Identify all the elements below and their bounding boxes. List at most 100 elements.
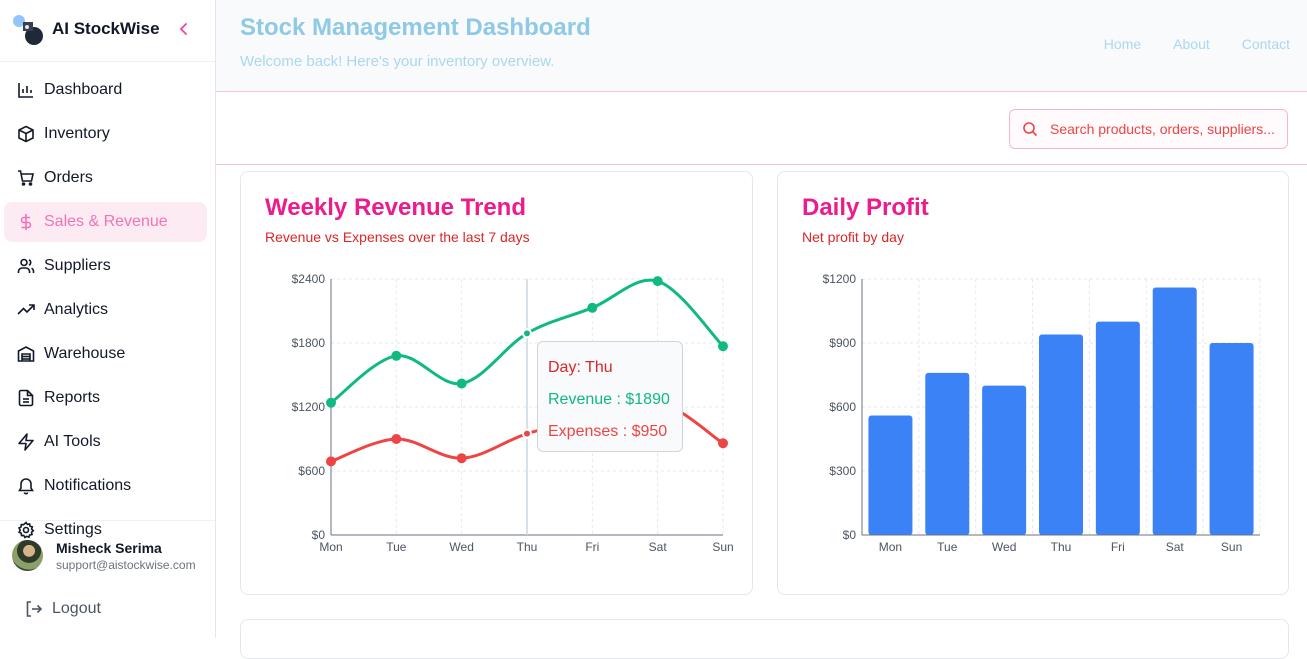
x-tick-label: Sat	[649, 540, 668, 554]
search-icon	[1023, 122, 1038, 137]
sidebar-item-label: Warehouse	[44, 345, 126, 362]
data-point	[391, 434, 402, 444]
bar-chart-icon	[16, 80, 36, 100]
y-tick-label: $300	[829, 464, 856, 478]
bar-sun	[1209, 343, 1254, 535]
avatar	[12, 540, 43, 571]
gear-icon	[16, 520, 36, 540]
zap-icon	[16, 432, 36, 452]
x-tick-label: Thu	[1051, 540, 1072, 554]
bell-icon	[16, 476, 36, 496]
tooltip-expenses: Expenses : $950	[548, 423, 668, 440]
file-text-icon	[16, 388, 36, 408]
user-email: support@aistockwise.com	[56, 558, 196, 572]
user-profile[interactable]: Misheck Serima support@aistockwise.com	[12, 540, 208, 574]
toolbar	[216, 93, 1307, 165]
sidebar-item-analytics[interactable]: Analytics	[4, 290, 207, 330]
profit-bar-chart[interactable]: $0 $300 $600 $900 $1200 Mon Tue Wed Thu Fri Sat Sun	[778, 172, 1290, 596]
sidebar-item-suppliers[interactable]: Suppliers	[4, 246, 207, 286]
top-nav: Home About Contact	[1104, 36, 1290, 52]
data-point	[522, 328, 532, 339]
bar-mon	[868, 415, 913, 535]
search-box[interactable]	[1009, 109, 1288, 149]
warehouse-icon	[16, 344, 36, 364]
sidebar-item-dashboard[interactable]: Dashboard	[4, 70, 207, 110]
page-header: Stock Management Dashboard Welcome back!…	[216, 0, 1307, 92]
logout-button[interactable]: Logout	[24, 598, 101, 620]
sidebar-item-inventory[interactable]: Inventory	[4, 114, 207, 154]
bar-thu	[1039, 334, 1083, 535]
tooltip-day: Day: Thu	[548, 359, 613, 376]
x-tick-label: Fri	[585, 540, 599, 554]
data-point	[326, 397, 336, 408]
data-point	[718, 438, 728, 449]
data-point	[587, 302, 598, 313]
dollar-icon	[16, 212, 36, 232]
x-tick-label: Thu	[517, 540, 538, 554]
cart-icon	[16, 168, 36, 188]
bar-wed	[982, 385, 1027, 535]
search-input[interactable]	[1050, 121, 1280, 137]
x-tick-label: Tue	[937, 540, 958, 554]
y-tick-label: $1200	[823, 272, 857, 286]
sidebar-item-orders[interactable]: Orders	[4, 158, 207, 198]
sidebar-nav: Dashboard Inventory Orders Sales & Reven…	[4, 70, 207, 554]
y-tick-label: $2400	[292, 272, 326, 286]
brand-name: AI StockWise	[52, 19, 160, 38]
x-tick-label: Tue	[386, 540, 407, 554]
nav-link-about[interactable]: About	[1173, 36, 1210, 52]
bar-tue	[925, 372, 970, 535]
data-point	[456, 453, 467, 464]
sidebar-item-label: Orders	[44, 169, 93, 186]
sidebar-item-notifications[interactable]: Notifications	[4, 466, 207, 506]
logout-icon	[26, 601, 43, 617]
page-title: Stock Management Dashboard	[240, 14, 591, 41]
page-subtitle: Welcome back! Here's your inventory over…	[240, 53, 555, 70]
y-tick-label: $900	[829, 336, 856, 350]
data-point	[391, 350, 402, 361]
chart-tooltip: Day: Thu Revenue : $1890 Expenses : $950	[537, 341, 683, 452]
y-tick-label: $1800	[292, 336, 326, 350]
x-tick-label: Wed	[449, 540, 473, 554]
sidebar-item-label: AI Tools	[44, 433, 101, 450]
chevron-left-icon	[179, 23, 187, 35]
divider	[0, 61, 215, 62]
sidebar-item-warehouse[interactable]: Warehouse	[4, 334, 207, 374]
sidebar-item-ai-tools[interactable]: AI Tools	[4, 422, 207, 462]
data-point	[652, 276, 663, 287]
nav-link-home[interactable]: Home	[1104, 36, 1141, 52]
sidebar-item-sales-revenue[interactable]: Sales & Revenue	[4, 202, 207, 242]
brand-logo-icon	[12, 13, 44, 45]
sidebar-item-label: Sales & Revenue	[44, 213, 168, 230]
x-tick-label: Wed	[992, 540, 1016, 554]
x-tick-label: Mon	[879, 540, 902, 554]
sidebar-item-label: Suppliers	[44, 257, 111, 274]
y-tick-label: $600	[829, 400, 856, 414]
sidebar-item-label: Reports	[44, 389, 101, 406]
divider	[0, 520, 215, 521]
y-tick-label: $1200	[292, 400, 326, 414]
sidebar: AI StockWise Dashboard Inventory Orders …	[0, 0, 216, 638]
sidebar-item-label: Analytics	[44, 301, 109, 318]
daily-profit-card: Daily Profit Net profit by day $0 $300 $60…	[777, 171, 1289, 595]
data-point	[456, 378, 467, 389]
users-icon	[16, 256, 36, 276]
data-point	[718, 341, 728, 352]
bar-sat	[1152, 287, 1197, 535]
sidebar-item-label: Inventory	[44, 125, 110, 142]
sidebar-item-label: Dashboard	[44, 81, 123, 98]
data-point	[522, 428, 532, 439]
sidebar-item-label: Notifications	[44, 477, 132, 494]
trending-up-icon	[16, 300, 36, 320]
collapse-sidebar-button[interactable]	[174, 19, 194, 39]
y-tick-label: $0	[843, 528, 857, 542]
revenue-trend-card: Weekly Revenue Trend Revenue vs Expenses…	[240, 171, 753, 595]
tooltip-revenue: Revenue : $1890	[548, 391, 670, 408]
x-tick-label: Fri	[1111, 540, 1125, 554]
bar-fri	[1095, 321, 1140, 535]
y-tick-label: $600	[298, 464, 325, 478]
sidebar-item-reports[interactable]: Reports	[4, 378, 207, 418]
x-tick-label: Sun	[712, 540, 733, 554]
nav-link-contact[interactable]: Contact	[1242, 36, 1290, 52]
x-tick-label: Sat	[1166, 540, 1185, 554]
